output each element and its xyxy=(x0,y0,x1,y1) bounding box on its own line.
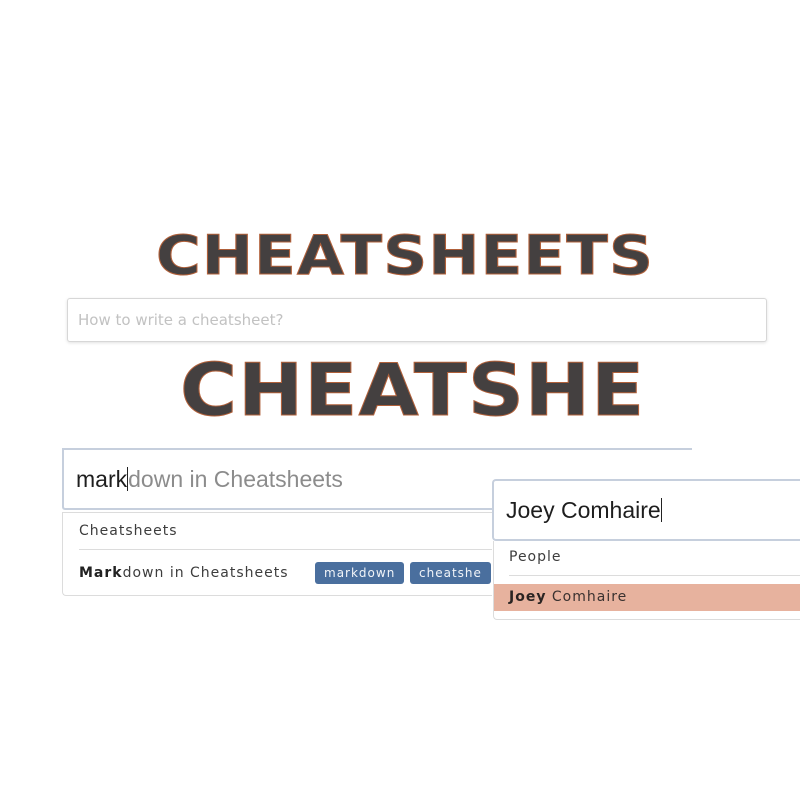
suggestion-rest: Comhaire xyxy=(546,589,628,605)
dropdown-divider xyxy=(79,549,492,550)
search-input-text: markdown in Cheatsheets xyxy=(76,466,343,493)
tag-badge[interactable]: markdown xyxy=(315,562,405,584)
text-caret xyxy=(660,498,662,522)
search-box[interactable] xyxy=(67,298,767,342)
people-search-input[interactable]: Joey Comhaire xyxy=(492,479,800,541)
dropdown-section-header: People xyxy=(509,549,562,565)
autocomplete-search-input[interactable]: markdown in Cheatsheets xyxy=(62,450,492,510)
dropdown-suggestion-item[interactable]: Markdown in Cheatsheets markdown cheatsh… xyxy=(63,559,492,589)
typed-text: mark xyxy=(76,466,128,492)
cheatsheets-logo: CHEATSHEETS xyxy=(155,224,655,287)
autocomplete-dropdown: Cheatsheets Markdown in Cheatsheets mark… xyxy=(62,512,492,596)
typed-text: Joey Comhaire xyxy=(506,497,661,523)
dropdown-highlighted-item[interactable]: Joey Comhaire xyxy=(494,584,800,611)
suggestion-title: Joey Comhaire xyxy=(509,589,627,605)
dropdown-section-header: Cheatsheets xyxy=(79,523,178,539)
cheatsheets-logo-large: CHEATSHE xyxy=(180,348,646,432)
people-autocomplete-dropdown: People Joey Comhaire xyxy=(493,541,800,620)
autocomplete-hint: down in Cheatsheets xyxy=(128,466,343,492)
suggestion-title: Markdown in Cheatsheets xyxy=(79,565,289,581)
suggestion-match: Mark xyxy=(79,565,123,581)
search-input[interactable] xyxy=(68,299,766,341)
search-input-text: Joey Comhaire xyxy=(506,497,662,524)
suggestion-rest: down in Cheatsheets xyxy=(122,565,289,581)
tag-badge[interactable]: cheatshe xyxy=(410,562,491,584)
dropdown-divider xyxy=(509,575,800,576)
suggestion-match: Joey xyxy=(509,589,547,605)
